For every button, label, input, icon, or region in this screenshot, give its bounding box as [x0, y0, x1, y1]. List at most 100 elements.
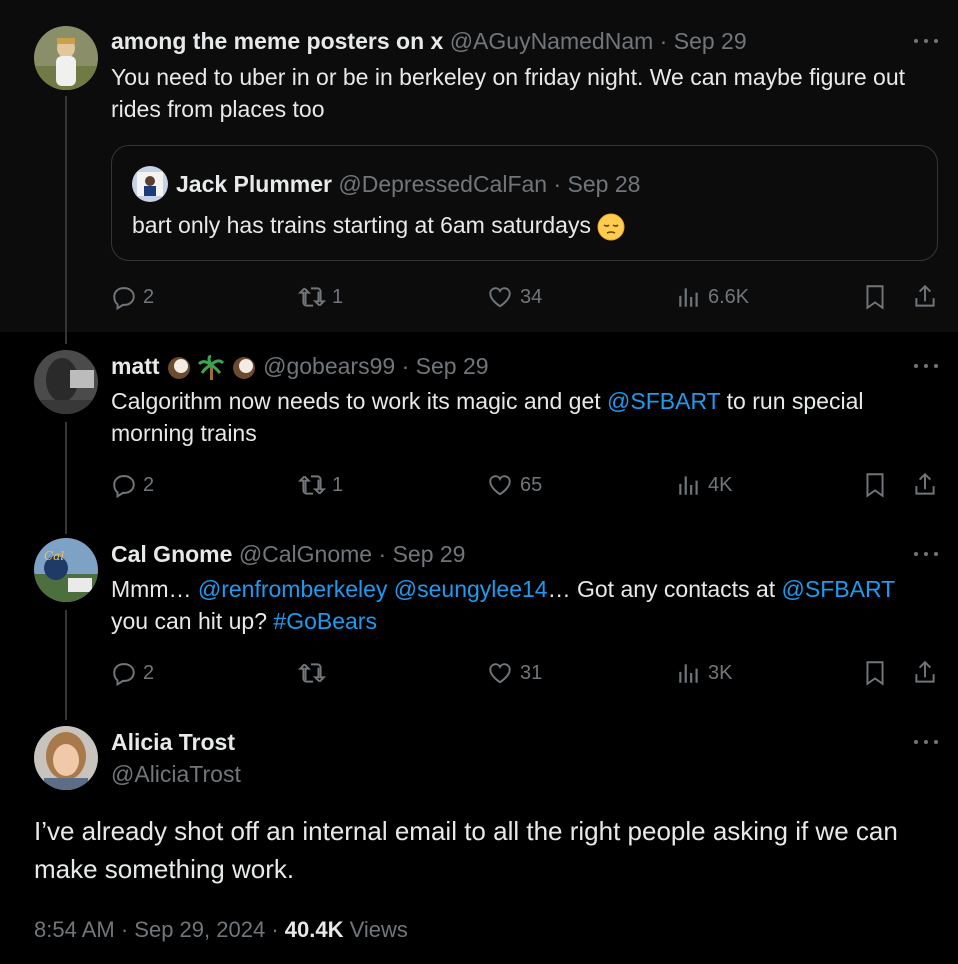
like-button[interactable]: 65 [486, 470, 542, 500]
thread-line [65, 610, 67, 720]
reply-count: 2 [143, 661, 155, 684]
tweet-date[interactable]: Sep 29 [674, 28, 747, 54]
author-handle[interactable]: @CalGnome [239, 541, 372, 567]
views-button[interactable]: 4K [676, 470, 732, 500]
mention-link[interactable]: @SFBART [607, 388, 720, 414]
text-segment: … Got any contacts at [547, 576, 782, 602]
tweet-header: Cal Gnome @CalGnome · Sep 29 [111, 539, 465, 569]
mention-link[interactable]: @renfromberkeley [198, 576, 388, 602]
avatar[interactable] [34, 350, 98, 414]
repost-icon [298, 287, 326, 307]
text-segment: Mmm… [111, 576, 198, 602]
views-button[interactable]: 3K [676, 658, 732, 688]
more-options-icon[interactable] [914, 550, 938, 558]
tweet-text: Calgorithm now needs to work its magic a… [111, 385, 931, 449]
like-button[interactable]: 31 [486, 658, 542, 688]
repost-count: 1 [332, 285, 344, 308]
palm-tree-emoji [198, 354, 225, 380]
tweet-date[interactable]: Sep 29 [416, 353, 489, 379]
avatar[interactable]: Cal [34, 538, 98, 602]
like-button[interactable]: 34 [486, 282, 542, 312]
more-options-icon[interactable] [914, 37, 938, 45]
share-icon [915, 660, 935, 683]
thread-line [65, 96, 67, 344]
repost-button[interactable] [298, 658, 332, 688]
tweet-text: You need to uber in or be in berkeley on… [111, 64, 906, 122]
analytics-icon [679, 476, 698, 495]
share-button[interactable] [912, 282, 938, 312]
separator-dot: · [553, 171, 562, 197]
quoted-tweet[interactable]: Jack Plummer @DepressedCalFan · Sep 28 b… [111, 145, 938, 261]
tweet-meta: 8:54 AM · Sep 29, 2024 · 40.4K Views [34, 915, 408, 945]
reply-icon [113, 287, 135, 310]
separator-dot: · [271, 917, 279, 942]
avatar[interactable] [34, 726, 98, 790]
repost-icon [298, 475, 326, 495]
author-name[interactable]: Alicia Trost [111, 727, 235, 757]
repost-button[interactable]: 1 [298, 470, 343, 500]
author-handle[interactable]: @DepressedCalFan [338, 171, 547, 197]
bookmark-icon [866, 661, 884, 686]
tweet-date[interactable]: Sep 28 [568, 171, 641, 197]
reply-count: 2 [143, 285, 155, 308]
reply-button[interactable]: 2 [111, 282, 154, 312]
heart-icon [489, 663, 511, 684]
reply-button[interactable]: 2 [111, 470, 154, 500]
like-count: 31 [520, 661, 543, 684]
bookmark-button[interactable] [862, 658, 888, 688]
tweet-header: matt @gobears99 · Sep 29 [111, 351, 489, 381]
reply-icon [113, 475, 135, 498]
pensive-face-emoji [597, 213, 625, 241]
author-name[interactable]: matt [111, 353, 160, 379]
bookmark-icon [866, 285, 884, 310]
separator-dot: · [659, 28, 668, 54]
author-handle[interactable]: @AliciaTrost [111, 759, 241, 789]
coconut-emoji [232, 356, 255, 379]
views-count: 3K [708, 661, 733, 684]
repost-icon [298, 663, 326, 683]
coconut-emoji [167, 356, 190, 379]
share-button[interactable] [912, 658, 938, 688]
text-segment: you can hit up? [111, 608, 274, 634]
reply-icon [113, 663, 135, 686]
mention-link[interactable]: @SFBART [782, 576, 895, 602]
author-name[interactable]: Cal Gnome [111, 541, 232, 567]
mention-link[interactable]: @seungylee14 [394, 576, 548, 602]
like-count: 34 [520, 285, 543, 308]
heart-icon [489, 287, 511, 308]
quote-text-row: bart only has trains starting at 6am sat… [132, 209, 625, 241]
tweet-header: among the meme posters on x @AGuyNamedNa… [111, 26, 747, 56]
views-count: 6.6K [708, 285, 750, 308]
more-options-icon[interactable] [914, 738, 938, 746]
share-icon [915, 472, 935, 495]
like-count: 65 [520, 473, 543, 496]
hashtag-link[interactable]: #GoBears [273, 608, 377, 634]
author-name[interactable]: among the meme posters on x [111, 28, 443, 54]
separator-dot: · [401, 353, 410, 379]
more-options-icon[interactable] [914, 362, 938, 370]
tweet-text: I’ve already shot off an internal email … [34, 816, 898, 884]
author-name[interactable]: Jack Plummer [176, 171, 332, 197]
tweet-text: Mmm… @renfromberkeley @seungylee14… Got … [111, 573, 931, 637]
thread-line [65, 422, 67, 534]
avatar[interactable] [34, 26, 98, 90]
separator-dot: · [378, 541, 387, 567]
views-label: Views [349, 917, 408, 942]
tweet-date[interactable]: Sep 29, 2024 [134, 917, 265, 942]
tweet-time[interactable]: 8:54 AM [34, 917, 115, 942]
views-button[interactable]: 6.6K [676, 282, 749, 312]
avatar [132, 166, 168, 202]
analytics-icon [679, 664, 698, 683]
views-count[interactable]: 40.4K [285, 917, 344, 942]
svg-text:Cal: Cal [44, 549, 64, 563]
bookmark-button[interactable] [862, 470, 888, 500]
tweet-date[interactable]: Sep 29 [393, 541, 466, 567]
author-handle[interactable]: @AGuyNamedNam [450, 28, 654, 54]
bookmark-button[interactable] [862, 282, 888, 312]
views-count: 4K [708, 473, 733, 496]
share-button[interactable] [912, 470, 938, 500]
separator-dot: · [120, 917, 129, 942]
reply-button[interactable]: 2 [111, 658, 154, 688]
author-handle[interactable]: @gobears99 [263, 353, 395, 379]
repost-button[interactable]: 1 [298, 282, 343, 312]
